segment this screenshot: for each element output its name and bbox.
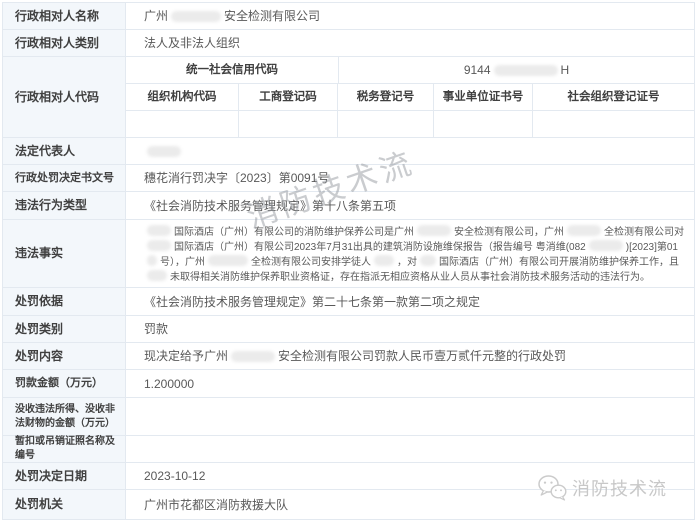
institution-cert-value: [434, 111, 533, 137]
brand-logo-text: 消防技术流: [572, 475, 667, 501]
tax-reg-value: [338, 111, 434, 137]
redaction-blur: [374, 255, 394, 266]
brand-logo: 消防技术流: [537, 474, 667, 501]
redaction-blur: [147, 255, 157, 266]
decision-date-label: 处罚决定日期: [3, 463, 126, 489]
row-basis: 处罚依据 《社会消防技术服务管理规定》第二十七条第一款第二项之规定: [3, 288, 694, 316]
legal-rep-value: [126, 138, 694, 164]
org-code-value: [126, 111, 239, 137]
confiscation-label: 没收违法所得、没收非法财物的金额（万元）: [3, 398, 126, 435]
redaction-blur: [147, 270, 167, 281]
credit-code-value: 9144H: [339, 57, 694, 83]
violation-type-label: 违法行为类型: [3, 192, 126, 219]
facts-label: 违法事实: [3, 220, 126, 287]
penalty-record-page: 行政相对人名称 广州安全检测有限公司 行政相对人类别 法人及非法人组织 行政相对…: [0, 0, 695, 520]
redaction-blur: [147, 146, 181, 157]
row-party-type: 行政相对人类别 法人及非法人组织: [3, 30, 694, 57]
fine-amount-label: 罚款金额（万元）: [3, 370, 126, 397]
redaction-blur: [589, 240, 623, 251]
content-value: 现决定给予广州安全检测有限公司罚款人民币壹万贰仟元整的行政处罚: [126, 343, 694, 369]
party-type-label: 行政相对人类别: [3, 30, 126, 56]
category-value: 罚款: [126, 316, 694, 342]
authority-label: 处罚机关: [3, 490, 126, 519]
redaction-blur: [147, 240, 171, 251]
row-fine-amount: 罚款金额（万元） 1.200000: [3, 370, 694, 398]
redaction-blur: [147, 225, 171, 236]
row-party-name: 行政相对人名称 广州安全检测有限公司: [3, 3, 694, 30]
row-category: 处罚类别 罚款: [3, 316, 694, 343]
row-party-code: 行政相对人代码 统一社会信用代码 9144H 组织机构代码 工商登记码 税务登记…: [3, 57, 694, 138]
party-name-label: 行政相对人名称: [3, 3, 126, 29]
penalty-table: 行政相对人名称 广州安全检测有限公司 行政相对人类别 法人及非法人组织 行政相对…: [2, 2, 695, 520]
redaction-blur: [208, 255, 248, 266]
row-confiscation: 没收违法所得、没收非法财物的金额（万元）: [3, 398, 694, 436]
category-label: 处罚类别: [3, 316, 126, 342]
license-revoke-label: 暂扣或吊销证照名称及编号: [3, 436, 126, 462]
license-revoke-value: [126, 436, 694, 462]
fine-amount-value: 1.200000: [126, 370, 694, 397]
credit-code-label: 统一社会信用代码: [126, 57, 339, 83]
party-code-subtable: 统一社会信用代码 9144H 组织机构代码 工商登记码 税务登记号 事业单位证书…: [126, 57, 694, 137]
redaction-blur: [231, 351, 275, 362]
party-type-value: 法人及非法人组织: [126, 30, 694, 56]
facts-value: 国际酒店（广州）有限公司的消防维护保养公司是广州安全检测有限公司，广州全检测有限…: [126, 220, 694, 287]
party-name-value: 广州安全检测有限公司: [126, 3, 694, 29]
doc-number-label: 行政处罚决定书文号: [3, 165, 126, 191]
wechat-icon: [537, 474, 567, 501]
doc-number-value: 穗花消行罚决字〔2023〕第0091号: [126, 165, 694, 191]
row-doc-number: 行政处罚决定书文号 穗花消行罚决字〔2023〕第0091号: [3, 165, 694, 192]
row-violation-type: 违法行为类型 《社会消防技术服务管理规定》第十八条第五项: [3, 192, 694, 220]
business-reg-header: 工商登记码: [239, 84, 338, 110]
credit-code-row: 统一社会信用代码 9144H: [126, 57, 694, 84]
social-org-value: [533, 111, 694, 137]
basis-value: 《社会消防技术服务管理规定》第二十七条第一款第二项之规定: [126, 288, 694, 315]
tax-reg-header: 税务登记号: [338, 84, 434, 110]
row-license-revoke: 暂扣或吊销证照名称及编号: [3, 436, 694, 463]
violation-type-value: 《社会消防技术服务管理规定》第十八条第五项: [126, 192, 694, 219]
org-code-header: 组织机构代码: [126, 84, 239, 110]
party-code-label: 行政相对人代码: [3, 57, 126, 137]
institution-cert-header: 事业单位证书号: [434, 84, 533, 110]
redaction-blur: [494, 65, 558, 76]
redaction-blur: [567, 225, 601, 236]
row-content: 处罚内容 现决定给予广州安全检测有限公司罚款人民币壹万贰仟元整的行政处罚: [3, 343, 694, 370]
legal-rep-label: 法定代表人: [3, 138, 126, 164]
social-org-header: 社会组织登记证号: [533, 84, 694, 110]
confiscation-value: [126, 398, 694, 435]
business-reg-value: [239, 111, 338, 137]
basis-label: 处罚依据: [3, 288, 126, 315]
redaction-blur: [417, 225, 451, 236]
code-headers-row: 组织机构代码 工商登记码 税务登记号 事业单位证书号 社会组织登记证号: [126, 84, 694, 111]
code-values-row: [126, 111, 694, 137]
redaction-blur: [171, 11, 221, 22]
row-facts: 违法事实 国际酒店（广州）有限公司的消防维护保养公司是广州安全检测有限公司，广州…: [3, 220, 694, 288]
content-label: 处罚内容: [3, 343, 126, 369]
redaction-blur: [420, 255, 436, 266]
row-legal-rep: 法定代表人: [3, 138, 694, 165]
